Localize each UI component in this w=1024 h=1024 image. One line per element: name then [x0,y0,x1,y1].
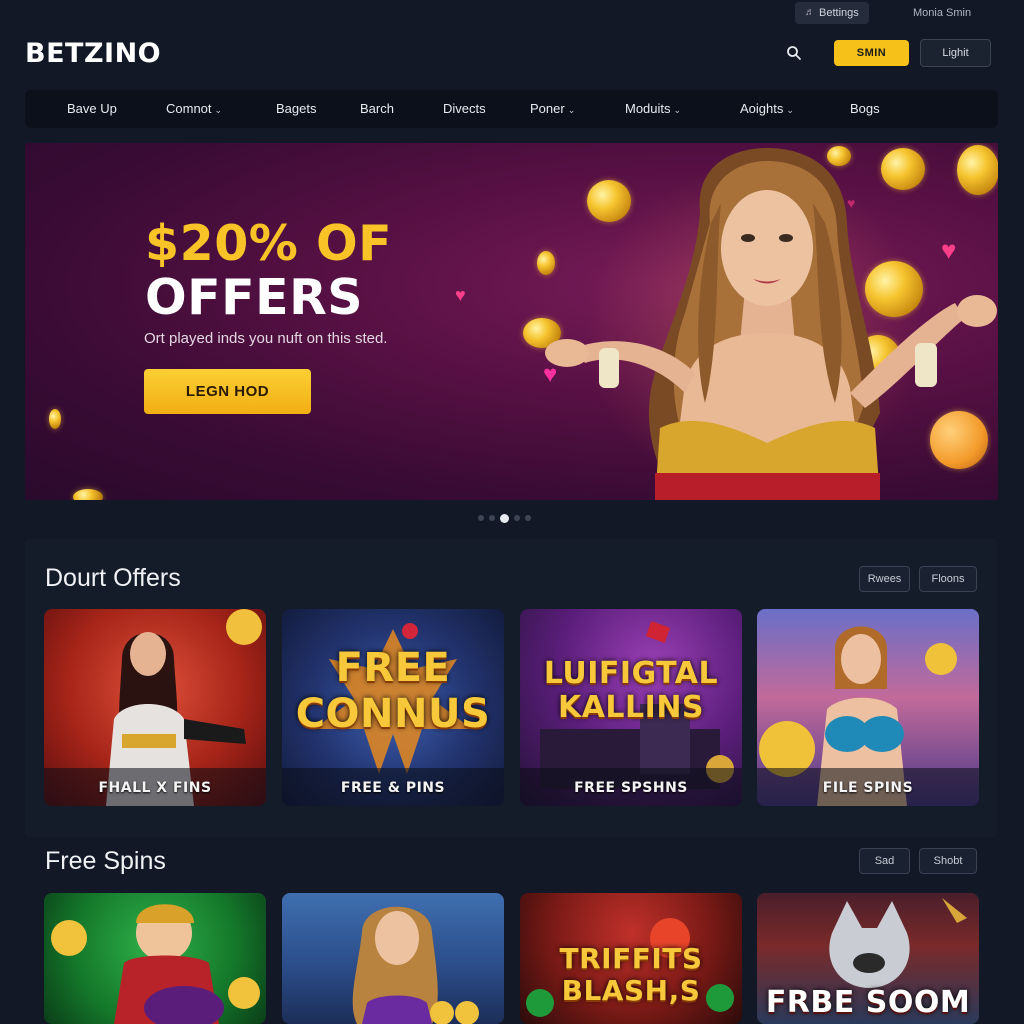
offer-card[interactable]: LUIFIGTAL KALLINS FREE SPSHNS [520,609,742,806]
nav-item-bagets[interactable]: Bagets [276,90,316,128]
carousel-dot[interactable] [525,515,531,521]
spins-filter-button-2[interactable]: Shobt [919,848,977,874]
music-note-icon: ♬ [805,7,815,18]
coin-icon [73,489,103,500]
carousel-dot-active[interactable] [500,513,509,523]
offer-card[interactable]: FILE SPINS [757,609,979,806]
nav-item-aoights[interactable]: Aoights ⌄ [740,90,794,128]
bettings-label: Bettings [819,7,859,19]
main-nav: Bave Up Comnot ⌄ Bagets Barch Divects Pon… [25,90,998,128]
chevron-down-icon: ⌄ [214,105,223,115]
nav-item-moduits[interactable]: Moduits ⌄ [625,90,681,128]
card-overlay-title: LUIFIGTAL KALLINS [543,656,719,725]
carousel-dots [478,513,531,523]
search-icon[interactable] [785,44,803,62]
chevron-down-icon: ⌄ [673,105,682,115]
chevron-down-icon: ⌄ [567,105,576,115]
offers-filter-button-1[interactable]: Rwees [859,566,910,592]
spins-card[interactable]: FRBE SOOM [757,893,979,1024]
offers-filter-button-2[interactable]: Floons [919,566,977,592]
card-caption: FHALL X FINS [44,768,266,806]
card-caption: FREE SPSHNS [520,768,742,806]
hero-title-line2: OFFERS [145,269,364,326]
nav-item-bave-up[interactable]: Bave Up [67,90,117,128]
top-bar: ♬ Bettings Monia Smin [0,0,1024,30]
section-title-free-spins: Free Spins [45,847,166,875]
spins-card[interactable] [282,893,504,1024]
carousel-dot[interactable] [489,515,495,521]
site-logo[interactable]: BETZINO [25,38,161,69]
spins-card[interactable] [44,893,266,1024]
coin-icon [49,409,61,429]
spins-filter-button-1[interactable]: Sad [859,848,910,874]
hero-woman-illustration [545,148,997,500]
section-title-offers: Dourt Offers [45,564,181,592]
nav-item-barch[interactable]: Barch [360,90,394,128]
site-header: BETZINO SMIN Lighit [0,30,1024,86]
card-overlay-title: FREE CONNUS [295,645,491,737]
offer-card[interactable]: FHALL X FINS [44,609,266,806]
heart-icon: ♥ [455,285,466,305]
hero-subtitle: Ort played inds you nuft on this sted. [144,330,388,347]
carousel-dot[interactable] [478,515,484,521]
account-link[interactable]: Monia Smin [913,7,971,19]
card-art-leprechaun [51,904,260,1024]
card-overlay-title: FRBE SOOM [765,985,971,1020]
hero-banner[interactable]: ♥ ♥ ♥ ♥ $20% OF OFFERS Ort played inds y… [25,143,998,500]
bettings-link[interactable]: ♬ Bettings [795,2,869,24]
spins-card[interactable]: TRIFFITS BLASH,S [520,893,742,1024]
chevron-down-icon: ⌄ [786,105,794,115]
card-art-woman-coins [352,906,479,1024]
card-caption: FILE SPINS [757,768,979,806]
card-caption: FREE & PINS [282,768,504,806]
card-overlay-title: TRIFFITS BLASH,S [559,942,703,1007]
offer-card[interactable]: FREE CONNUS FREE & PINS [282,609,504,806]
nav-item-divects[interactable]: Divects [443,90,486,128]
nav-item-poner[interactable]: Poner ⌄ [530,90,575,128]
nav-item-bogs[interactable]: Bogs [850,90,880,128]
carousel-dot[interactable] [514,515,520,521]
nav-item-comnot[interactable]: Comnot ⌄ [166,90,222,128]
hero-title-line1: $20% OF [145,215,393,272]
hero-cta-button[interactable]: LEGN HOD [144,369,311,414]
login-button[interactable]: Lighit [920,39,991,67]
signin-button[interactable]: SMIN [834,40,909,66]
